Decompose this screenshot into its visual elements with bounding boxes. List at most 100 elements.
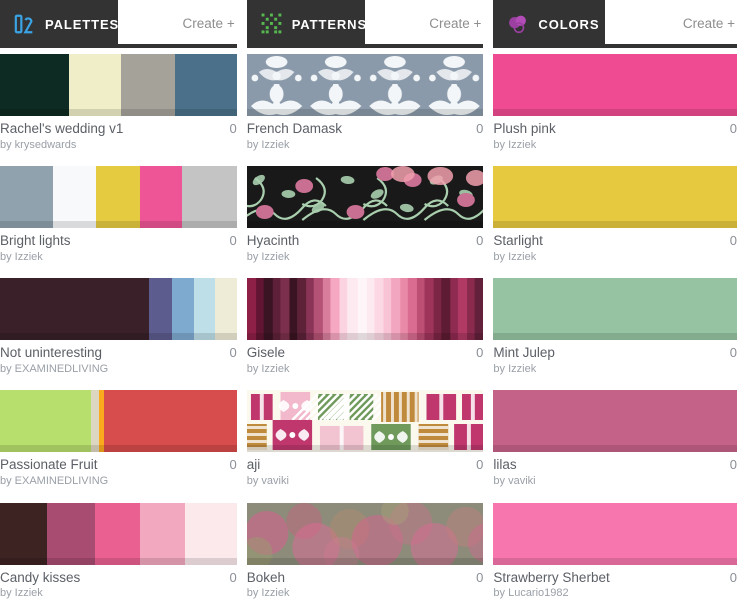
create-link[interactable]: Create +: [683, 0, 735, 48]
card-title-row: Mint Julep 0: [493, 345, 737, 361]
color-preview[interactable]: [493, 166, 737, 229]
like-count: 0: [229, 121, 237, 136]
card-byline[interactable]: by Lucario1982: [493, 585, 737, 600]
card-meta: Passionate Fruit 0 by EXAMINEDLIVING: [0, 452, 237, 488]
card-byline[interactable]: by Izziek: [247, 249, 484, 264]
card[interactable]: Passionate Fruit 0 by EXAMINEDLIVING: [0, 390, 237, 488]
color-swatch[interactable]: [493, 166, 737, 229]
card-title[interactable]: French Damask: [247, 121, 342, 137]
color-swatch[interactable]: [91, 390, 99, 453]
card-title[interactable]: Gisele: [247, 345, 285, 361]
palette-swatches[interactable]: [0, 166, 237, 229]
color-swatch[interactable]: [493, 278, 737, 341]
color-swatch[interactable]: [104, 390, 237, 453]
tab-colors[interactable]: COLORS: [493, 0, 606, 48]
color-swatch[interactable]: [175, 54, 237, 116]
card-title[interactable]: aji: [247, 457, 261, 473]
card[interactable]: lilas 0 by vaviki: [493, 390, 737, 488]
card-byline[interactable]: by Izziek: [493, 137, 737, 152]
card[interactable]: Not uninteresting 0 by EXAMINEDLIVING: [0, 278, 237, 376]
palette-swatches[interactable]: [0, 278, 237, 341]
color-swatch[interactable]: [0, 390, 92, 453]
card[interactable]: Hyacinth 0 by Izziek: [246, 166, 484, 264]
card-title[interactable]: Not uninteresting: [0, 345, 102, 361]
color-swatch[interactable]: [0, 54, 69, 116]
card-byline[interactable]: by Izziek: [493, 249, 737, 264]
tab-patterns[interactable]: PATTERNS: [246, 0, 366, 48]
card-title[interactable]: Rachel's wedding v1: [0, 121, 123, 137]
color-swatch[interactable]: [95, 166, 140, 229]
pattern-thumbnail[interactable]: [246, 54, 484, 116]
color-swatch[interactable]: [194, 278, 216, 341]
color-swatch[interactable]: [149, 278, 172, 341]
card-meta: Bokeh 0 by Izziek: [247, 565, 484, 601]
create-link[interactable]: Create +: [183, 0, 235, 48]
card[interactable]: Candy kisses 0 by Izziek: [0, 502, 237, 601]
pattern-thumbnail[interactable]: [246, 166, 484, 229]
color-swatch[interactable]: [47, 502, 95, 565]
card-byline[interactable]: by EXAMINEDLIVING: [0, 473, 237, 488]
card-byline[interactable]: by Izziek: [247, 137, 484, 152]
card[interactable]: aji 0 by vaviki: [246, 390, 484, 488]
card-title[interactable]: Candy kisses: [0, 570, 80, 586]
card[interactable]: Plush pink 0 by Izziek: [493, 54, 737, 152]
color-swatch[interactable]: [171, 278, 195, 341]
card-title[interactable]: Passionate Fruit: [0, 457, 98, 473]
card-byline[interactable]: by Izziek: [0, 249, 237, 264]
color-swatch[interactable]: [493, 502, 737, 565]
color-swatch[interactable]: [182, 166, 237, 229]
palette-swatches[interactable]: [0, 390, 237, 453]
color-swatch[interactable]: [120, 54, 176, 116]
card[interactable]: Bright lights 0 by Izziek: [0, 166, 237, 264]
color-swatch[interactable]: [0, 502, 48, 565]
card[interactable]: Starlight 0 by Izziek: [493, 166, 737, 264]
like-count: 0: [476, 569, 484, 585]
card-title[interactable]: lilas: [493, 457, 516, 473]
card-title[interactable]: Mint Julep: [493, 345, 555, 361]
tabbar-patterns: PATTERNS Create +: [246, 0, 484, 48]
card-byline[interactable]: by Izziek: [247, 585, 484, 600]
color-swatch[interactable]: [185, 502, 237, 565]
card[interactable]: Strawberry Sherbet 0 by Lucario1982: [493, 502, 737, 601]
color-preview[interactable]: [493, 502, 737, 565]
card-meta: Bright lights 0 by Izziek: [0, 228, 237, 264]
color-swatch[interactable]: [0, 278, 150, 341]
tab-palettes[interactable]: PALETTES: [0, 0, 118, 48]
color-swatch[interactable]: [0, 166, 54, 229]
card-byline[interactable]: by Izziek: [0, 585, 237, 600]
card[interactable]: Mint Julep 0 by Izziek: [493, 278, 737, 376]
color-swatch[interactable]: [493, 54, 737, 116]
pattern-thumbnail[interactable]: [246, 278, 484, 341]
card-byline[interactable]: by vaviki: [247, 473, 484, 488]
color-preview[interactable]: [493, 390, 737, 453]
card[interactable]: Bokeh 0 by Izziek: [246, 502, 484, 601]
card[interactable]: French Damask 0 by Izziek: [246, 54, 484, 152]
color-swatch[interactable]: [139, 166, 183, 229]
card-title[interactable]: Bright lights: [0, 233, 71, 249]
palette-swatches[interactable]: [0, 54, 237, 116]
card-byline[interactable]: by krysedwards: [0, 137, 237, 152]
pattern-thumbnail[interactable]: [246, 390, 484, 453]
color-preview[interactable]: [493, 278, 737, 341]
color-swatch[interactable]: [139, 502, 186, 565]
pattern-thumbnail[interactable]: [246, 502, 484, 565]
color-swatch[interactable]: [68, 54, 121, 116]
color-swatch[interactable]: [53, 166, 96, 229]
card-title[interactable]: Bokeh: [247, 570, 285, 586]
card-byline[interactable]: by Izziek: [247, 361, 484, 376]
card-title[interactable]: Hyacinth: [247, 233, 300, 249]
card-title[interactable]: Plush pink: [493, 121, 555, 137]
card-byline[interactable]: by EXAMINEDLIVING: [0, 361, 237, 376]
card-byline[interactable]: by Izziek: [493, 361, 737, 376]
color-preview[interactable]: [493, 54, 737, 116]
color-swatch[interactable]: [94, 502, 140, 565]
card-byline[interactable]: by vaviki: [493, 473, 737, 488]
create-link[interactable]: Create +: [429, 0, 481, 48]
card-title[interactable]: Starlight: [493, 233, 543, 249]
card[interactable]: Gisele 0 by Izziek: [246, 278, 484, 376]
card-title[interactable]: Strawberry Sherbet: [493, 570, 609, 586]
palette-swatches[interactable]: [0, 502, 237, 565]
color-swatch[interactable]: [493, 390, 737, 453]
card[interactable]: Rachel's wedding v1 0 by krysedwards: [0, 54, 237, 152]
color-swatch[interactable]: [215, 278, 237, 341]
